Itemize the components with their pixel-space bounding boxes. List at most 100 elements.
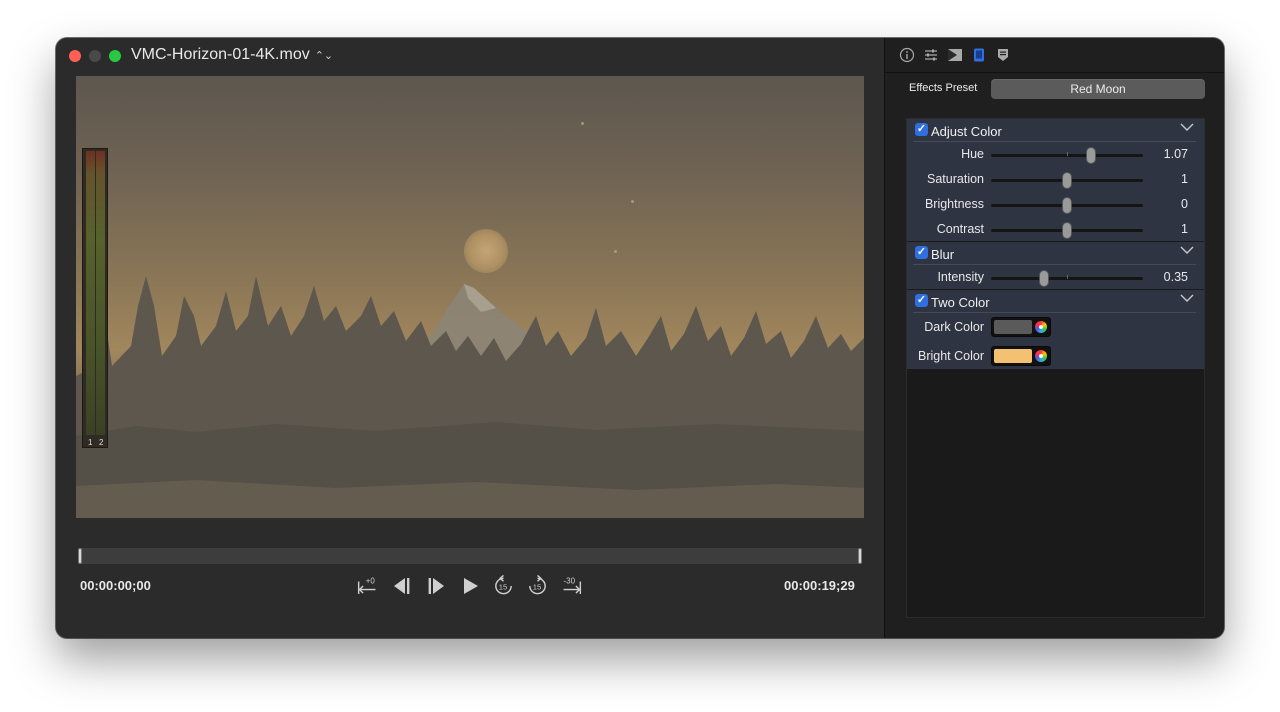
timeline-scrubber[interactable] <box>78 548 862 564</box>
step-forward-button[interactable] <box>424 573 447 599</box>
jump-back-icon: +0 <box>357 576 376 594</box>
blur-section: ✓ Blur Intensity 0.35 <box>907 242 1204 289</box>
minimize-window-button[interactable] <box>89 50 101 62</box>
marker-icon[interactable] <box>994 46 1012 64</box>
audio-channel-1-label: 1 <box>88 438 93 447</box>
intensity-label: Intensity <box>937 270 984 284</box>
two-color-title: Two Color <box>931 295 990 310</box>
saturation-slider-knob[interactable] <box>1063 173 1071 188</box>
saturation-value: 1 <box>1181 172 1188 186</box>
audio-channel-1-bar <box>86 151 95 435</box>
step-back-icon <box>393 578 409 594</box>
jump-forward-icon: -30 <box>564 576 582 594</box>
sky-speck <box>631 200 634 203</box>
skip-forward-15-icon: 15 <box>529 574 546 595</box>
effects-icon[interactable] <box>946 46 964 64</box>
landscape-image <box>76 276 864 518</box>
file-name: VMC-Horizon-01-4K.mov <box>131 46 310 63</box>
current-time: 00:00:00;00 <box>80 578 151 593</box>
dark-color-swatch[interactable] <box>994 320 1032 334</box>
brightness-value: 0 <box>1181 197 1188 211</box>
effects-preset-popup[interactable]: Red Moon <box>991 79 1205 99</box>
brightness-label: Brightness <box>924 197 984 211</box>
jump-forward-label: -30 <box>564 576 576 585</box>
out-point-handle[interactable] <box>858 548 862 564</box>
blur-title: Blur <box>931 247 955 262</box>
bright-color-well[interactable] <box>991 346 1051 366</box>
sky-speck <box>581 122 584 125</box>
intensity-slider[interactable] <box>991 271 1143 286</box>
two-color-header: ✓ Two Color <box>913 290 1196 313</box>
contrast-slider-knob[interactable] <box>1063 223 1071 238</box>
duration-time: 00:00:19;29 <box>784 578 855 593</box>
jump-to-end-button[interactable]: -30 <box>560 573 583 599</box>
saturation-label: Saturation <box>927 172 984 186</box>
skip-back-label: 15 <box>499 582 508 591</box>
audio-channel-2-bar <box>96 151 105 435</box>
hue-slider-knob[interactable] <box>1087 148 1096 163</box>
adjust-color-title: Adjust Color <box>931 124 1002 139</box>
close-window-button[interactable] <box>69 50 81 62</box>
adjust-color-header: ✓ Adjust Color <box>913 119 1196 142</box>
jump-to-start-button[interactable]: +0 <box>356 573 379 599</box>
audio-channel-2-label: 2 <box>99 438 104 447</box>
hue-row: Hue 1.07 <box>907 142 1204 167</box>
color-wheel-icon[interactable] <box>1035 350 1047 362</box>
adjust-color-section: ✓ Adjust Color Hue 1.07 Saturation 1 Bri… <box>907 119 1204 241</box>
chevron-down-icon[interactable] <box>1180 293 1194 303</box>
bright-color-swatch[interactable] <box>994 349 1032 363</box>
sky-speck <box>614 250 617 253</box>
color-icon[interactable] <box>970 46 988 64</box>
step-forward-icon <box>428 578 444 594</box>
hue-value: 1.07 <box>1163 147 1188 161</box>
effects-list: ✓ Adjust Color Hue 1.07 Saturation 1 Bri… <box>906 118 1205 618</box>
chevron-down-icon[interactable] <box>1180 122 1194 132</box>
inspector-tabbar <box>885 38 1224 73</box>
two-color-checkbox[interactable]: ✓ <box>915 294 928 307</box>
blur-checkbox[interactable]: ✓ <box>915 246 928 259</box>
dark-color-well[interactable] <box>991 317 1051 337</box>
brightness-slider[interactable] <box>991 198 1143 213</box>
two-color-section: ✓ Two Color Dark Color Bright Color <box>907 290 1204 369</box>
brightness-row: Brightness 0 <box>907 192 1204 217</box>
window-title[interactable]: VMC-Horizon-01-4K.mov ⌃⌄ <box>131 46 333 64</box>
saturation-slider[interactable] <box>991 173 1143 188</box>
updown-chevron-icon: ⌃⌄ <box>314 49 334 62</box>
sun-glow <box>464 229 508 273</box>
dark-color-row: Dark Color <box>907 313 1204 341</box>
info-icon[interactable] <box>898 46 916 64</box>
saturation-row: Saturation 1 <box>907 167 1204 192</box>
audio-level-meter: 1 2 <box>82 148 108 448</box>
sliders-icon[interactable] <box>922 46 940 64</box>
jump-back-label: +0 <box>366 576 376 585</box>
bright-color-row: Bright Color <box>907 341 1204 369</box>
adjust-color-checkbox[interactable]: ✓ <box>915 123 928 136</box>
player-window: VMC-Horizon-01-4K.mov ⌃⌄ 1 2 00:00:00;00… <box>56 38 1224 638</box>
skip-forward-label: 15 <box>533 582 542 591</box>
step-back-button[interactable] <box>390 573 413 599</box>
zoom-window-button[interactable] <box>109 50 121 62</box>
chevron-down-icon[interactable] <box>1180 245 1194 255</box>
effects-preset-label: Effects Preset <box>909 82 978 94</box>
player-pane: VMC-Horizon-01-4K.mov ⌃⌄ 1 2 00:00:00;00… <box>56 38 884 638</box>
contrast-row: Contrast 1 <box>907 217 1204 242</box>
transport-controls: +0 15 15 -30 <box>356 571 583 601</box>
in-point-handle[interactable] <box>78 548 82 564</box>
play-button[interactable] <box>458 573 481 599</box>
contrast-label: Contrast <box>936 222 984 236</box>
play-icon <box>463 578 478 594</box>
inspector-pane: Effects Preset Red Moon ✓ Adjust Color H… <box>884 38 1224 638</box>
brightness-slider-knob[interactable] <box>1063 198 1071 213</box>
skip-back-15-button[interactable]: 15 <box>492 573 515 599</box>
intensity-row: Intensity 0.35 <box>907 265 1204 290</box>
intensity-value: 0.35 <box>1163 270 1188 284</box>
video-frame: 1 2 <box>76 76 864 518</box>
color-wheel-icon[interactable] <box>1035 321 1047 333</box>
blur-header: ✓ Blur <box>913 242 1196 265</box>
hue-label: Hue <box>961 147 984 161</box>
skip-forward-15-button[interactable]: 15 <box>526 573 549 599</box>
hue-slider[interactable] <box>991 148 1143 163</box>
intensity-slider-knob[interactable] <box>1040 271 1049 286</box>
contrast-slider[interactable] <box>991 223 1143 238</box>
dark-color-label: Dark Color <box>924 320 984 334</box>
